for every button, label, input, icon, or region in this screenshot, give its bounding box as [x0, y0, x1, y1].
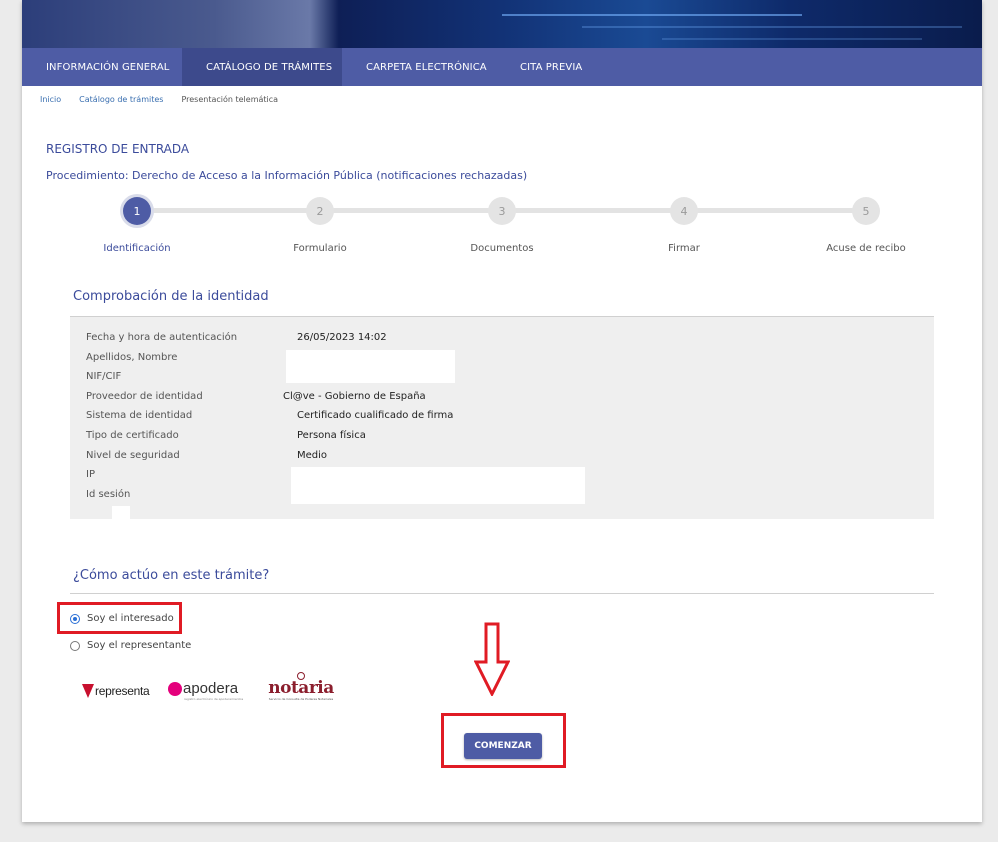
- step-5-label: Acuse de recibo: [826, 243, 906, 254]
- id-value-system: Certificado cualificado de firma: [297, 410, 454, 421]
- id-label-cert-type: Tipo de certificado: [86, 430, 179, 441]
- redacted-ip-session: [291, 467, 585, 504]
- identity-panel: Fecha y hora de autenticación 26/05/2023…: [70, 317, 934, 519]
- step-4-label: Firmar: [668, 243, 700, 254]
- radio-representante[interactable]: Soy el representante: [70, 640, 191, 651]
- apodera-mark-icon: [168, 681, 182, 696]
- breadcrumb-current: Presentación telemática: [181, 95, 279, 104]
- id-label-security: Nivel de seguridad: [86, 450, 180, 461]
- id-value-cert-type: Persona física: [297, 430, 366, 441]
- id-label-name: Apellidos, Nombre: [86, 352, 178, 363]
- radio-representante-control[interactable]: [70, 640, 80, 651]
- breadcrumb: Inicio Catálogo de trámites Presentación…: [40, 95, 278, 104]
- id-value-datetime: 26/05/2023 14:02: [297, 332, 387, 343]
- step-1-label: Identificación: [103, 243, 171, 254]
- representa-logo: representa: [82, 684, 150, 698]
- acting-heading: ¿Cómo actúo en este trámite?: [73, 568, 270, 583]
- step-2-circle: 2: [306, 197, 334, 225]
- id-label-system: Sistema de identidad: [86, 410, 193, 421]
- step-1-circle: 1: [123, 197, 151, 225]
- redacted-session-fragment: [112, 506, 130, 519]
- step-2-label: Formulario: [293, 243, 347, 254]
- id-label-session: Id sesión: [86, 489, 131, 500]
- step-3-label: Documentos: [470, 243, 534, 254]
- id-label-nif: NIF/CIF: [86, 371, 122, 382]
- redacted-name: [286, 350, 455, 383]
- step-3-circle: 3: [488, 197, 516, 225]
- header-banner: [22, 0, 982, 48]
- acting-divider: [70, 593, 934, 594]
- nav-informacion-general[interactable]: INFORMACIÓN GENERAL: [22, 48, 182, 86]
- breadcrumb-catalog[interactable]: Catálogo de trámites: [79, 95, 163, 104]
- id-label-provider: Proveedor de identidad: [86, 391, 203, 402]
- nav-carpeta-electronica[interactable]: CARPETA ELECTRÓNICA: [342, 48, 496, 86]
- page-container: INFORMACIÓN GENERAL CATÁLOGO DE TRÁMITES…: [22, 0, 982, 822]
- procedure-title: Procedimiento: Derecho de Acceso a la In…: [46, 169, 528, 182]
- representa-mark-icon: [82, 684, 94, 698]
- id-label-ip: IP: [86, 469, 95, 480]
- page-title: REGISTRO DE ENTRADA: [46, 142, 190, 156]
- nav-cita-previa[interactable]: CITA PREVIA: [496, 48, 616, 86]
- main-navigation: INFORMACIÓN GENERAL CATÁLOGO DE TRÁMITES…: [22, 48, 982, 86]
- id-label-datetime: Fecha y hora de autenticación: [86, 332, 238, 343]
- highlight-interesado: [57, 602, 182, 634]
- step-5-circle: 5: [852, 197, 880, 225]
- notaria-logo: notaria Servicio de Consulta de Poderes …: [264, 672, 338, 701]
- id-value-security: Medio: [297, 450, 328, 461]
- identity-heading: Comprobación de la identidad: [73, 289, 269, 304]
- radio-representante-label: Soy el representante: [87, 640, 192, 651]
- nav-catalogo-tramites[interactable]: CATÁLOGO DE TRÁMITES: [182, 48, 342, 86]
- start-button[interactable]: COMENZAR: [464, 733, 542, 759]
- apodera-logo: apodera registro electrónico de apoderam…: [168, 680, 253, 701]
- id-value-provider: Cl@ve - Gobierno de España: [283, 391, 426, 402]
- step-4-circle: 4: [670, 197, 698, 225]
- breadcrumb-home[interactable]: Inicio: [40, 95, 61, 104]
- down-arrow-icon: [474, 622, 510, 696]
